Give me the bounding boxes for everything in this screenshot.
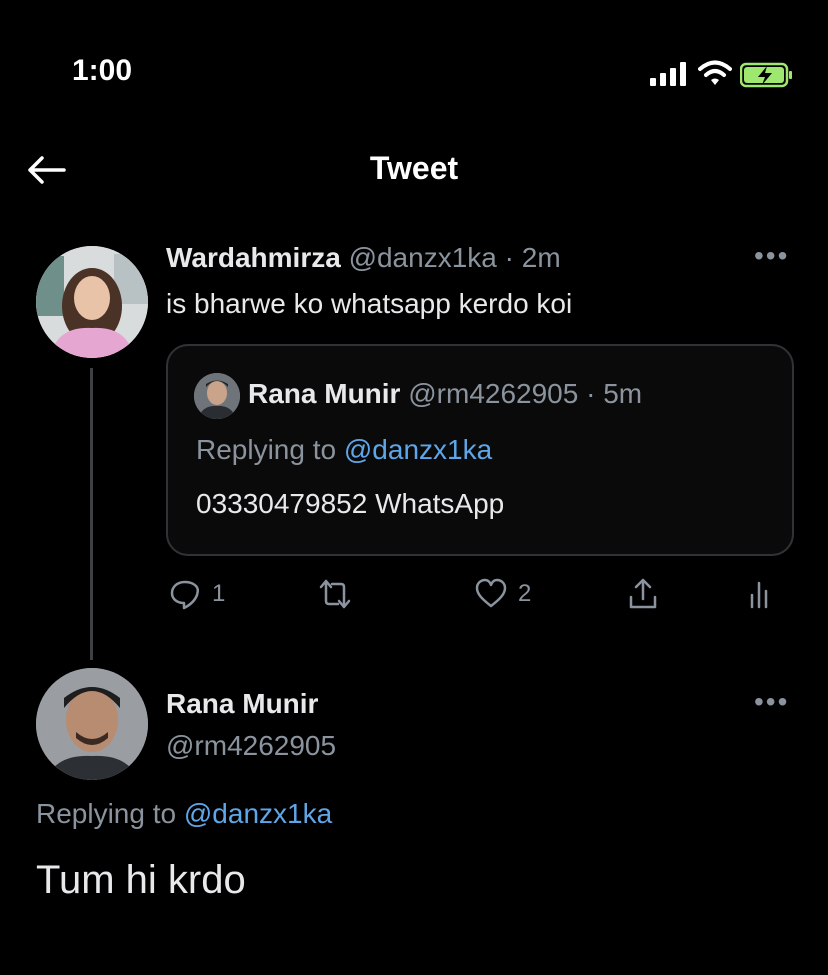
quoted-author-name[interactable]: Rana Munir — [248, 378, 400, 409]
quoted-author-row: Rana Munir @rm4262905 · 5m — [248, 378, 642, 410]
quoted-avatar-photo — [194, 373, 240, 419]
battery-charging-icon — [740, 62, 792, 88]
tweet-text: Tum hi krdo — [36, 858, 246, 902]
like-button[interactable]: 2 — [474, 576, 531, 612]
replying-to-handle-link[interactable]: @danzx1ka — [344, 434, 492, 465]
avatar-photo — [36, 246, 148, 358]
tweet-author-row: Wardahmirza @danzx1ka · 2m — [166, 242, 561, 274]
more-options-icon[interactable]: ••• — [754, 686, 789, 718]
thread-connector-line — [90, 368, 93, 660]
analytics-icon — [750, 581, 768, 609]
replying-to-label: Replying to — [196, 434, 337, 465]
page-title: Tweet — [369, 150, 459, 186]
author-name[interactable]: Rana Munir — [166, 688, 318, 720]
reply-button[interactable]: 1 — [168, 576, 225, 612]
status-time: 1:00 — [72, 54, 133, 87]
avatar[interactable] — [36, 246, 148, 358]
retweet-button[interactable] — [318, 576, 352, 612]
quoted-avatar — [194, 373, 240, 419]
author-name[interactable]: Wardahmirza — [166, 242, 341, 273]
retweet-icon — [319, 579, 351, 609]
avatar[interactable] — [36, 668, 148, 780]
quoted-tweet-text: 03330479852 WhatsApp — [196, 488, 505, 519]
tweet-time: · 2m — [504, 242, 561, 273]
reply-count: 1 — [212, 580, 226, 607]
tweet-text: is bharwe ko whatsapp kerdo koi — [166, 288, 573, 319]
share-icon — [629, 578, 657, 609]
more-options-icon[interactable]: ••• — [754, 240, 789, 272]
author-handle[interactable]: @rm4262905 — [166, 730, 336, 762]
quoted-author-handle[interactable]: @rm4262905 — [408, 378, 578, 409]
reply-icon — [170, 580, 200, 610]
share-button[interactable] — [626, 576, 660, 612]
quoted-replying-to: Replying to @danzx1ka — [196, 434, 492, 466]
wifi-icon — [698, 60, 732, 85]
quoted-tweet-time: · 5m — [586, 378, 643, 409]
like-count: 2 — [518, 580, 532, 607]
replying-to: Replying to @danzx1ka — [36, 798, 332, 830]
analytics-button[interactable] — [744, 576, 778, 612]
cellular-signal-icon — [650, 62, 686, 86]
replying-to-handle-link[interactable]: @danzx1ka — [184, 798, 332, 829]
replying-to-label: Replying to — [36, 798, 177, 829]
author-handle[interactable]: @danzx1ka — [349, 242, 497, 273]
avatar-photo — [36, 668, 148, 780]
heart-icon — [475, 578, 507, 608]
